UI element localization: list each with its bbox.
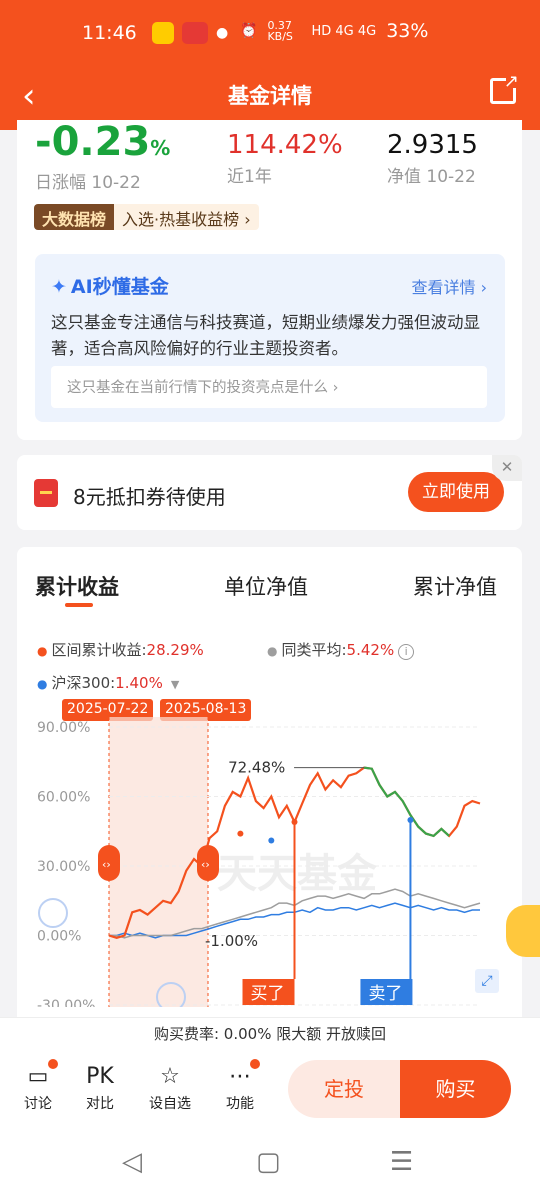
chart-card: 累计收益 单位净值 累计净值 ● 区间累计收益:28.29% ● 同类平均:5.42…: [17, 547, 522, 1017]
buy-button[interactable]: 购买: [400, 1060, 511, 1118]
dot-icon: ●: [216, 25, 229, 41]
y-tick-label: 30.00%: [37, 859, 90, 875]
bottom-action-bar: ▭ 讨论 PK 对比 ☆ 设自选 ⋯ 功能 定投 购买: [0, 1051, 540, 1127]
ai-question-input[interactable]: 这只基金在当前行情下的投资亮点是什么 ›: [51, 366, 487, 408]
y-tick-label: 60.00%: [37, 790, 90, 806]
tab-cumulative-nav[interactable]: 累计净值: [413, 571, 497, 601]
legend-range-return: ● 区间累计收益:28.29%: [37, 641, 204, 659]
dot-icon: ●: [37, 677, 48, 691]
coupon-text: 8元抵扣券待使用: [73, 485, 226, 509]
ranking-badge[interactable]: 大数据榜 入选·热基收益榜 ›: [34, 204, 259, 230]
share-icon[interactable]: ↗: [490, 71, 519, 104]
ai-more-link[interactable]: 查看详情 ›: [412, 274, 488, 298]
system-nav-bar: ◁ ▢ ☰: [0, 1127, 540, 1200]
battery-level: 33%: [386, 20, 429, 42]
signal-status: HD 4G 4G: [311, 23, 377, 39]
sell-point: [407, 817, 414, 824]
yearly-return-label: 近1年: [227, 167, 272, 187]
fund-summary-card: -0.23% 日涨幅 10-22 114.42% 近1年 2.9315 净值 1…: [17, 120, 522, 440]
coupon-card: 8元抵扣券待使用 立即使用 ✕: [17, 455, 522, 530]
data-point: [268, 837, 275, 844]
daily-change-label: 日涨幅 10-22: [35, 173, 141, 193]
y-tick-label: -30.00%: [37, 998, 95, 1007]
ai-summary-box: ✦ AI秒懂基金 查看详情 › 这只基金专注通信与科技赛道，短期业绩爆发力强但波动…: [35, 254, 505, 422]
alarm-icon: ⏰: [240, 23, 258, 39]
ai-description: 这只基金专注通信与科技赛道，短期业绩爆发力强但波动显著，适合高风险偏好的行业主题…: [51, 313, 480, 358]
mascot-icon[interactable]: [506, 905, 540, 957]
status-app-icons: ●: [152, 22, 228, 44]
status-time: 11:46: [82, 22, 137, 44]
daily-change-unit: %: [150, 136, 171, 160]
hot-fund-rank-link: 入选·热基收益榜 ›: [114, 204, 259, 230]
auto-invest-button[interactable]: 定投: [288, 1060, 400, 1118]
expand-icon[interactable]: ⤢: [475, 969, 499, 993]
peak-label: 72.48%: [228, 759, 285, 777]
nav-add-watchlist[interactable]: ☆ 设自选: [142, 1061, 198, 1113]
recents-nav-icon[interactable]: ☰: [390, 1147, 413, 1177]
purchase-buttons: 定投 购买: [288, 1060, 511, 1118]
back-nav-icon[interactable]: ◁: [122, 1147, 142, 1177]
baseline-label: -1.00%: [205, 932, 258, 950]
dropdown-icon: ▼: [170, 678, 180, 691]
nav-value-number: 2.9315: [387, 130, 478, 160]
tab-cumulative-return[interactable]: 累计收益: [35, 571, 119, 601]
status-right: ⏰ 0.37 KB/S HD 4G 4G 33%: [240, 20, 428, 42]
y-tick-label: 90.00%: [37, 720, 90, 736]
nav-value: 2.9315 净值 10-22: [387, 130, 478, 187]
close-icon[interactable]: ✕: [492, 455, 522, 481]
data-point: [237, 830, 244, 837]
star-icon: ☆: [160, 1064, 180, 1089]
more-icon: ⋯: [212, 1059, 268, 1093]
dot-icon: ●: [37, 644, 48, 658]
app-notification-icon: [182, 22, 208, 44]
legend-peer-average: ● 同类平均:5.42% i: [267, 639, 415, 660]
legend-hs300[interactable]: ● 沪深300:1.40% ▼: [37, 672, 179, 693]
y-tick-label: 0.00%: [37, 929, 81, 945]
big-data-rank-tag: 大数据榜: [34, 204, 115, 230]
fee-info: 购买费率: 0.00% 限大额 开放赎回: [0, 1017, 540, 1051]
active-tab-indicator: [65, 603, 93, 607]
chat-icon: ▭: [10, 1059, 66, 1093]
net-speed: 0.37 KB/S: [267, 19, 293, 43]
ai-title: ✦ AI秒懂基金: [51, 276, 169, 298]
yearly-return: 114.42% 近1年: [227, 130, 343, 187]
status-bar: 11:46 ● ⏰ 0.37 KB/S HD 4G 4G 33%: [0, 0, 540, 68]
pk-icon: PK: [86, 1064, 114, 1089]
decline-segment: [363, 766, 450, 838]
nav-value-label: 净值 10-22: [387, 167, 476, 187]
app-notification-icon: [152, 22, 174, 44]
nav-discuss[interactable]: ▭ 讨论: [10, 1059, 66, 1113]
handle-arrows-icon: ‹›: [102, 858, 111, 871]
nav-functions[interactable]: ⋯ 功能: [212, 1059, 268, 1113]
handle-arrows-icon: ‹›: [201, 858, 210, 871]
nav-compare[interactable]: PK 对比: [72, 1061, 128, 1113]
yearly-return-value: 114.42%: [227, 130, 343, 160]
buy-marker: 买了: [251, 984, 285, 1004]
red-packet-icon: [34, 479, 58, 507]
daily-change-value: -0.23: [35, 119, 151, 165]
sparkle-icon: ✦: [51, 276, 67, 298]
daily-change: -0.23% 日涨幅 10-22: [35, 122, 170, 193]
buy-point: [291, 818, 298, 825]
info-icon[interactable]: i: [398, 644, 415, 660]
watermark: 天天基金: [217, 851, 378, 897]
use-coupon-button[interactable]: 立即使用: [408, 472, 504, 512]
touch-indicator: [38, 898, 68, 928]
return-chart[interactable]: 天天基金 90.00% 60.00% 30.00% 0.00% -30.00% 72.4…: [17, 717, 522, 1007]
dot-icon: ●: [267, 644, 278, 658]
sell-marker: 卖了: [368, 984, 402, 1004]
tab-unit-nav[interactable]: 单位净值: [224, 571, 308, 601]
home-nav-icon[interactable]: ▢: [256, 1147, 281, 1177]
page-title: 基金详情: [228, 84, 312, 108]
